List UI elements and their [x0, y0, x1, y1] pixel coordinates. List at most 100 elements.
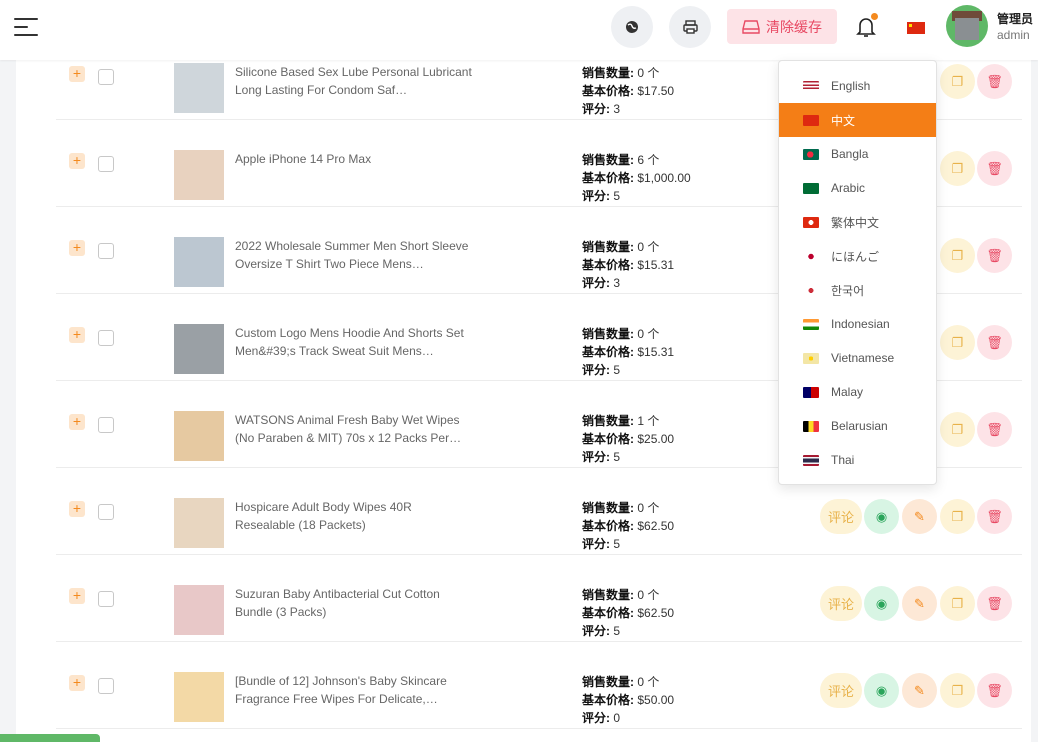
- copy-icon: ❐: [951, 595, 964, 611]
- menu-icon[interactable]: [14, 16, 40, 38]
- product-name[interactable]: Custom Logo Mens Hoodie And Shorts Set M…: [235, 324, 475, 360]
- review-button[interactable]: 评论: [820, 499, 862, 534]
- trash-icon: 🗑: [986, 247, 1003, 263]
- row-checkbox[interactable]: [98, 156, 114, 172]
- view-button[interactable]: ◉: [864, 586, 899, 621]
- edit-icon: ✎: [914, 508, 925, 524]
- sales-label: 销售数量:: [582, 66, 634, 80]
- language-option[interactable]: Belarusian: [779, 409, 936, 443]
- language-option[interactable]: Vietnamese: [779, 341, 936, 375]
- avatar[interactable]: [946, 5, 988, 47]
- language-option[interactable]: Bangla: [779, 137, 936, 171]
- thailand-flag-icon: [803, 454, 819, 466]
- product-name[interactable]: WATSONS Animal Fresh Baby Wet Wipes (No …: [235, 411, 475, 447]
- language-option[interactable]: Arabic: [779, 171, 936, 205]
- delete-button[interactable]: 🗑: [977, 673, 1012, 708]
- language-option[interactable]: Malay: [779, 375, 936, 409]
- table-row: + Suzuran Baby Antibacterial Cut Cotton …: [56, 555, 1022, 642]
- language-option[interactable]: にほんご: [779, 239, 936, 273]
- trash-icon: 🗑: [986, 508, 1003, 524]
- product-name[interactable]: Silicone Based Sex Lube Personal Lubrica…: [235, 63, 475, 99]
- row-checkbox[interactable]: [98, 69, 114, 85]
- product-name[interactable]: [Bundle of 12] Johnson's Baby Skincare F…: [235, 672, 475, 708]
- product-name[interactable]: 2022 Wholesale Summer Men Short Sleeve O…: [235, 237, 475, 273]
- delete-button[interactable]: 🗑: [977, 586, 1012, 621]
- row-checkbox[interactable]: [98, 243, 114, 259]
- price-label: 基本价格:: [582, 345, 634, 359]
- price-label: 基本价格:: [582, 258, 634, 272]
- rating-value: 5: [613, 189, 621, 203]
- delete-button[interactable]: 🗑: [977, 412, 1012, 447]
- copy-button[interactable]: ❐: [940, 64, 975, 99]
- language-label: English: [831, 79, 871, 93]
- product-name[interactable]: Suzuran Baby Antibacterial Cut Cotton Bu…: [235, 585, 475, 621]
- view-button[interactable]: ◉: [864, 499, 899, 534]
- china-flag-icon[interactable]: [907, 22, 925, 34]
- notification-button[interactable]: [856, 13, 878, 40]
- edit-button[interactable]: ✎: [902, 499, 937, 534]
- copy-button[interactable]: ❐: [940, 238, 975, 273]
- language-option[interactable]: English: [779, 69, 936, 103]
- expand-row-icon[interactable]: +: [69, 588, 85, 604]
- delete-button[interactable]: 🗑: [977, 151, 1012, 186]
- expand-row-icon[interactable]: +: [69, 501, 85, 517]
- language-label: Belarusian: [831, 419, 888, 433]
- language-option[interactable]: 中文: [779, 103, 936, 137]
- delete-button[interactable]: 🗑: [977, 238, 1012, 273]
- copy-button[interactable]: ❐: [940, 673, 975, 708]
- globe-button[interactable]: [611, 6, 653, 48]
- expand-row-icon[interactable]: +: [69, 153, 85, 169]
- copy-button[interactable]: ❐: [940, 586, 975, 621]
- copy-icon: ❐: [951, 421, 964, 437]
- product-name[interactable]: Hospicare Adult Body Wipes 40R Resealabl…: [235, 498, 475, 534]
- edit-button[interactable]: ✎: [902, 673, 937, 708]
- copy-button[interactable]: ❐: [940, 499, 975, 534]
- eye-icon: ◉: [875, 595, 888, 611]
- review-button[interactable]: 评论: [820, 673, 862, 708]
- price-value: $17.50: [637, 84, 675, 98]
- rating-label: 评分:: [582, 711, 610, 725]
- sales-value: 0 个: [637, 588, 660, 602]
- language-option[interactable]: Thai: [779, 443, 936, 477]
- edit-button[interactable]: ✎: [902, 586, 937, 621]
- clear-cache-button[interactable]: 清除缓存: [727, 9, 837, 44]
- language-option[interactable]: 繁体中文: [779, 205, 936, 239]
- delete-button[interactable]: 🗑: [977, 64, 1012, 99]
- view-button[interactable]: ◉: [864, 673, 899, 708]
- price-label: 基本价格:: [582, 84, 634, 98]
- language-option[interactable]: Indonesian: [779, 307, 936, 341]
- price-value: $62.50: [637, 519, 675, 533]
- trash-icon: 🗑: [986, 160, 1003, 176]
- bottom-tab[interactable]: [0, 734, 100, 742]
- delete-button[interactable]: 🗑: [977, 499, 1012, 534]
- expand-row-icon[interactable]: +: [69, 240, 85, 256]
- sales-label: 销售数量:: [582, 501, 634, 515]
- language-option[interactable]: 한국어: [779, 273, 936, 307]
- language-label: にほんご: [831, 249, 880, 264]
- expand-row-icon[interactable]: +: [69, 66, 85, 82]
- delete-button[interactable]: 🗑: [977, 325, 1012, 360]
- eye-icon: ◉: [875, 508, 888, 524]
- row-checkbox[interactable]: [98, 417, 114, 433]
- review-button[interactable]: 评论: [820, 586, 862, 621]
- sales-value: 0 个: [637, 240, 660, 254]
- print-button[interactable]: [669, 6, 711, 48]
- expand-row-icon[interactable]: +: [69, 675, 85, 691]
- row-checkbox[interactable]: [98, 504, 114, 520]
- product-thumbnail: [174, 237, 224, 287]
- copy-button[interactable]: ❐: [940, 151, 975, 186]
- rating-label: 评分:: [582, 363, 610, 377]
- price-label: 基本价格:: [582, 519, 634, 533]
- expand-row-icon[interactable]: +: [69, 414, 85, 430]
- row-checkbox[interactable]: [98, 330, 114, 346]
- product-stats: 销售数量: 6 个 基本价格: $1,000.00 评分: 5: [582, 151, 691, 205]
- hongkong-flag-icon: [803, 216, 819, 228]
- expand-row-icon[interactable]: +: [69, 327, 85, 343]
- row-checkbox[interactable]: [98, 678, 114, 694]
- product-stats: 销售数量: 0 个 基本价格: $62.50 评分: 5: [582, 586, 674, 640]
- product-name[interactable]: Apple iPhone 14 Pro Max: [235, 150, 475, 186]
- edit-icon: ✎: [914, 595, 925, 611]
- copy-button[interactable]: ❐: [940, 325, 975, 360]
- copy-button[interactable]: ❐: [940, 412, 975, 447]
- row-checkbox[interactable]: [98, 591, 114, 607]
